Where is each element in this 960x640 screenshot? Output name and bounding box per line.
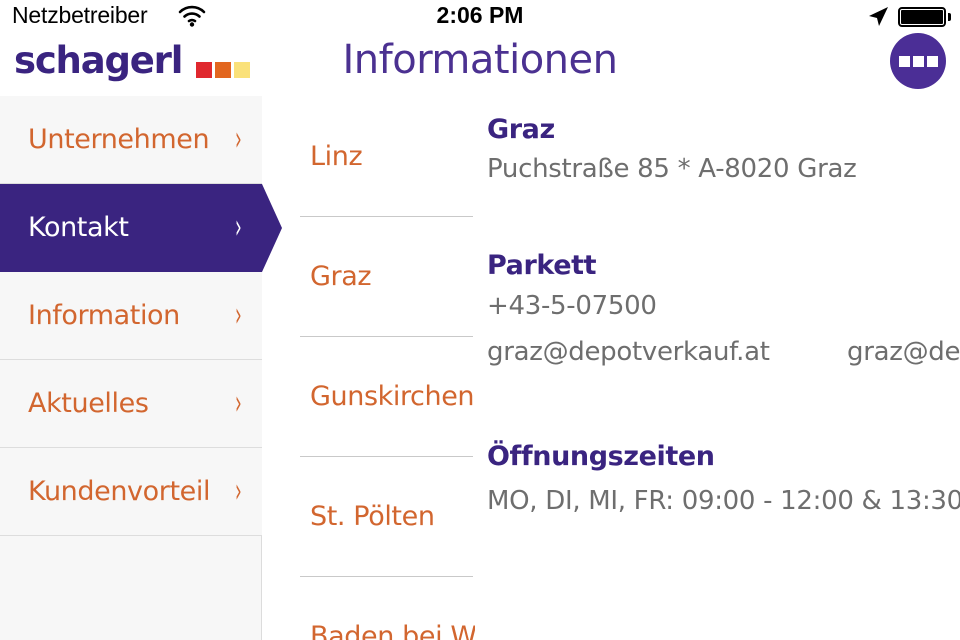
logo-square-red <box>196 62 212 78</box>
city-label: Gunskirchen <box>310 380 475 412</box>
chevron-right-icon: › <box>235 120 242 159</box>
location-heading: Graz <box>487 114 555 145</box>
chevron-right-icon: › <box>235 296 242 335</box>
city-list: Linz Graz Gunskirchen St. Pölten Baden b… <box>262 96 484 640</box>
city-label: Graz <box>310 260 372 292</box>
more-options-icon-dot-3 <box>926 55 938 67</box>
chevron-right-icon: › <box>235 472 242 511</box>
hours-heading: Öffnungszeiten <box>487 441 715 472</box>
sidebar-item-kundenvorteil[interactable]: Kundenvorteil › <box>0 448 262 536</box>
list-item[interactable]: Gunskirchen <box>262 336 475 456</box>
status-bar: Netzbetreiber 2:06 PM <box>0 0 960 34</box>
more-options-button[interactable] <box>890 33 946 89</box>
address-text: Puchstraße 85 * A-8020 Graz <box>487 154 857 184</box>
chevron-right-icon: › <box>235 208 242 247</box>
department-heading: Parkett <box>487 250 597 281</box>
list-item[interactable]: Graz <box>262 216 475 336</box>
sidebar-item-label: Aktuelles <box>28 388 149 419</box>
list-item[interactable]: St. Pölten <box>262 456 475 576</box>
more-options-icon-dot-2 <box>912 55 924 67</box>
app-root: Netzbetreiber 2:06 PM schagerl Informati… <box>0 0 960 640</box>
city-label: Linz <box>310 140 363 172</box>
list-item[interactable]: Linz <box>262 96 475 216</box>
sidebar-item-unternehmen[interactable]: Unternehmen › <box>0 96 262 184</box>
sidebar-item-label: Unternehmen <box>28 124 210 155</box>
sidebar-filler <box>0 536 261 537</box>
sidebar-item-label: Information <box>28 300 180 331</box>
battery-cap <box>948 13 951 21</box>
page-title: Informationen <box>342 37 618 83</box>
list-item[interactable]: Baden bei Wi <box>262 576 484 640</box>
sidebar-item-kontakt[interactable]: Kontakt › <box>0 184 282 272</box>
main-navigation-sidebar: Unternehmen › Kontakt › Information › Ak… <box>0 96 282 640</box>
sidebar-item-label: Kundenvorteil <box>28 476 211 507</box>
opening-hours-text: MO, DI, MI, FR: 09:00 - 12:00 & 13:30 - … <box>487 486 960 516</box>
phone-number[interactable]: +43-5-07500 <box>487 291 657 321</box>
logo-square-yellow <box>234 62 250 78</box>
email-primary[interactable]: graz@depotverkauf.at <box>487 337 770 367</box>
location-arrow-icon <box>866 5 890 33</box>
more-options-icon-dot-1 <box>898 55 910 67</box>
city-label: Baden bei Wi <box>310 620 484 640</box>
clock-label: 2:06 PM <box>436 2 524 28</box>
sidebar-item-aktuelles[interactable]: Aktuelles › <box>0 360 262 448</box>
sidebar-item-information[interactable]: Information › <box>0 272 262 360</box>
battery-full-icon <box>898 7 946 27</box>
app-logo: schagerl <box>14 38 250 83</box>
chevron-right-icon: › <box>235 384 242 423</box>
sidebar-item-label: Kontakt <box>28 212 129 243</box>
city-label: St. Pölten <box>310 500 435 532</box>
logo-text: schagerl <box>14 39 183 82</box>
email-secondary[interactable]: graz@de <box>847 337 960 367</box>
contact-detail-panel: Graz Puchstraße 85 * A-8020 Graz Parkett… <box>475 96 960 640</box>
logo-square-orange <box>215 62 231 78</box>
